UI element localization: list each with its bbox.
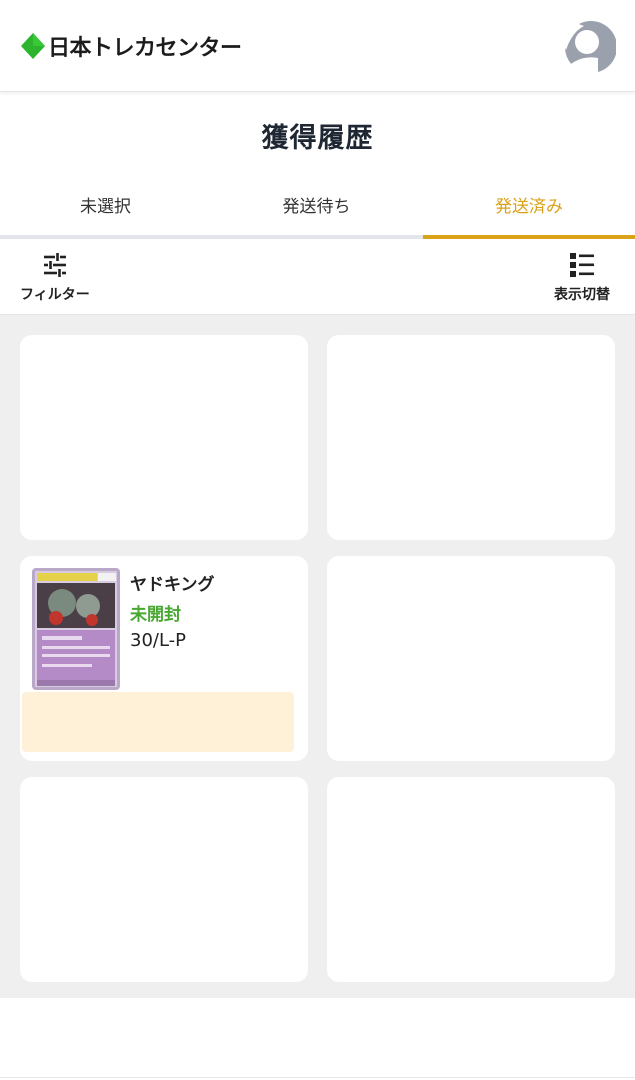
item-card[interactable]: ヤドキング 未開封 30/L-P	[20, 556, 308, 761]
view-toggle-button[interactable]: 表示切替	[554, 250, 610, 304]
bottom-divider	[0, 1077, 635, 1078]
card-thumbnail	[32, 568, 120, 690]
list-icon	[570, 253, 594, 277]
item-grid: ヤドキング 未開封 30/L-P	[0, 315, 635, 998]
view-toggle-label: 表示切替	[554, 287, 610, 303]
filter-button[interactable]: フィルター	[20, 250, 90, 304]
user-avatar-icon[interactable]	[558, 14, 616, 80]
toolbar: フィルター 表示切替	[0, 240, 635, 315]
page-title: 獲得履歴	[261, 123, 374, 154]
item-status: 未開封	[130, 605, 181, 625]
filter-label: フィルター	[20, 287, 90, 303]
item-footer-band	[22, 692, 294, 752]
item-code: 30/L-P	[130, 630, 187, 651]
tab-unselected[interactable]: 未選択	[0, 180, 211, 236]
status-tabs: 未選択 発送待ち 発送済み	[0, 180, 635, 240]
placeholder-card	[327, 335, 615, 540]
diamond-logo-icon	[21, 33, 45, 59]
placeholder-card	[327, 556, 615, 761]
active-tab-indicator	[423, 235, 635, 239]
item-name: ヤドキング	[130, 575, 215, 595]
bottom-area	[0, 998, 635, 1080]
sliders-icon	[43, 253, 66, 277]
placeholder-card	[20, 335, 308, 540]
app-header: 日本トレカセンター	[0, 0, 635, 92]
placeholder-card	[20, 777, 308, 982]
tab-shipped[interactable]: 発送済み	[423, 180, 635, 236]
placeholder-card	[327, 777, 615, 982]
brand-name: 日本トレカセンター	[48, 36, 242, 61]
tab-awaiting-shipment[interactable]: 発送待ち	[211, 180, 422, 236]
brand-logo[interactable]: 日本トレカセンター	[20, 30, 242, 62]
